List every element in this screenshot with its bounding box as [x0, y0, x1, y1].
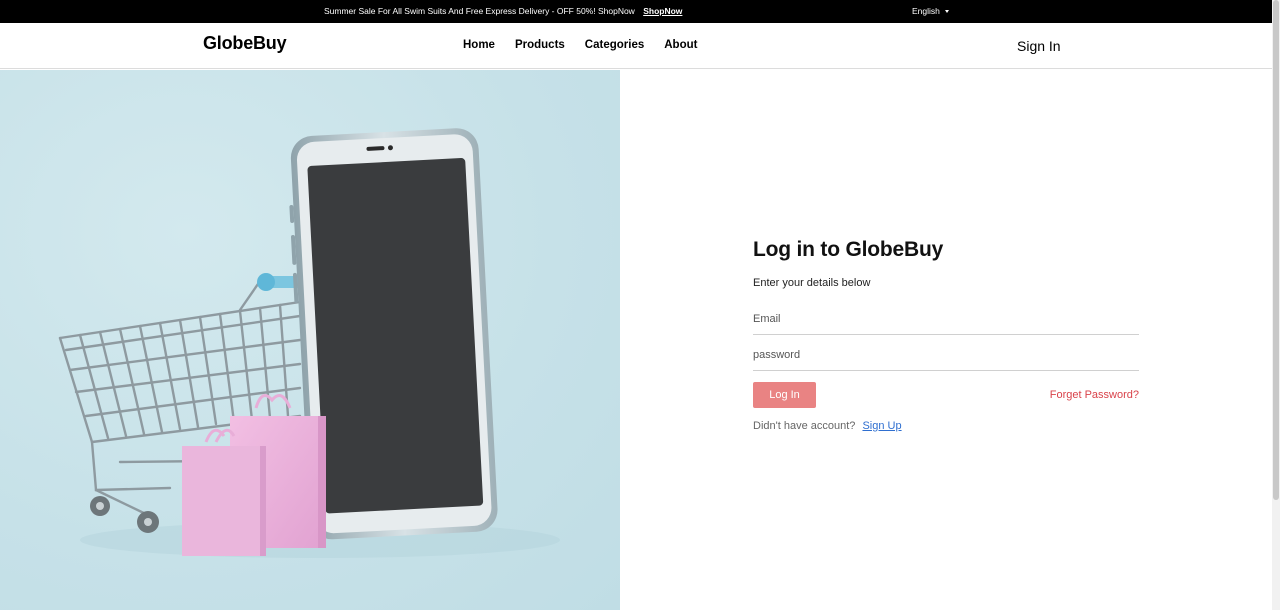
logo[interactable]: GlobeBuy — [203, 33, 287, 54]
hero-image — [0, 70, 620, 610]
site-header: GlobeBuy Home Products Categories About … — [0, 23, 1272, 69]
language-label: English — [912, 6, 940, 16]
main-nav: Home Products Categories About — [463, 39, 697, 51]
cart-phone-illustration — [58, 128, 560, 558]
promo-shopnow-link[interactable]: ShopNow — [643, 6, 682, 16]
form-title: Log in to GlobeBuy — [753, 238, 944, 261]
form-actions: Log In Forget Password? — [753, 382, 1139, 408]
signup-row: Didn't have account? Sign Up — [753, 420, 1139, 432]
signup-link[interactable]: Sign Up — [862, 420, 901, 432]
nav-home[interactable]: Home — [463, 39, 495, 51]
form-subtitle: Enter your details below — [753, 277, 871, 289]
nav-about[interactable]: About — [664, 39, 697, 51]
caret-down-icon — [944, 9, 949, 13]
promo-message: Summer Sale For All Swim Suits And Free … — [324, 6, 682, 16]
scrollbar-thumb[interactable] — [1273, 0, 1279, 500]
forgot-password-link[interactable]: Forget Password? — [1050, 389, 1139, 401]
login-button[interactable]: Log In — [753, 382, 816, 408]
nav-products[interactable]: Products — [515, 39, 565, 51]
email-field-wrapper — [753, 307, 1139, 335]
password-field-wrapper — [753, 343, 1139, 371]
nav-categories[interactable]: Categories — [585, 39, 644, 51]
password-input[interactable] — [753, 343, 1139, 367]
email-input[interactable] — [753, 307, 1139, 331]
login-form: Log in to GlobeBuy Enter your details be… — [753, 238, 1139, 432]
promo-bar: Summer Sale For All Swim Suits And Free … — [0, 0, 1272, 23]
promo-text: Summer Sale For All Swim Suits And Free … — [324, 6, 635, 16]
signup-prompt: Didn't have account? — [753, 420, 856, 432]
language-selector[interactable]: English — [912, 6, 949, 16]
signin-link[interactable]: Sign In — [1017, 38, 1061, 54]
